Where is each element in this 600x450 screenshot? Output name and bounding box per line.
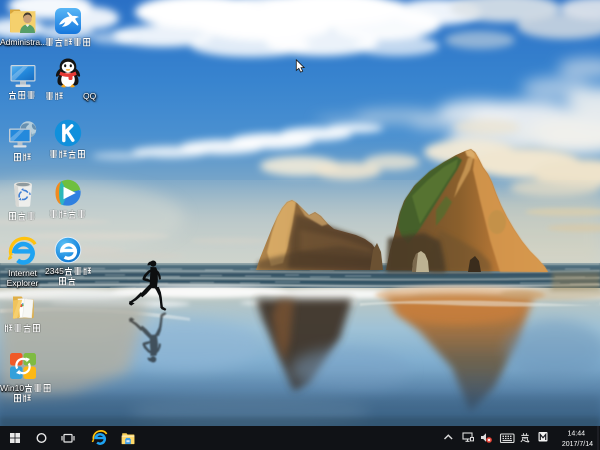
svg-text:14:44: 14:44	[567, 431, 585, 438]
svg-text:2017/7/14: 2017/7/14	[562, 441, 593, 448]
